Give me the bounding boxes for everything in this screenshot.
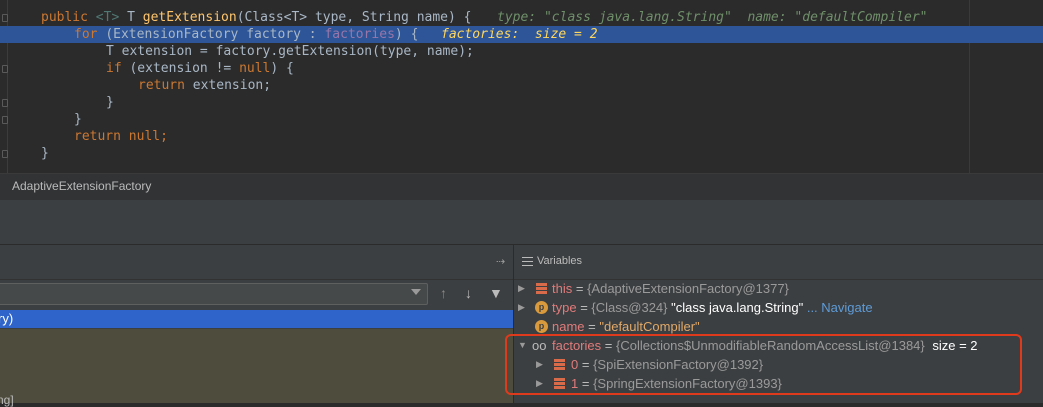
- code-line-2-current[interactable]: for (ExtensionFactory factory : factorie…: [0, 26, 1043, 43]
- navigate-link[interactable]: Navigate: [821, 300, 872, 315]
- field-icon: [536, 283, 547, 294]
- annotation-highlight-box: [505, 334, 1022, 395]
- parameter-icon: p: [535, 320, 548, 333]
- code-line-3[interactable]: T extension = factory.getExtension(type,…: [0, 43, 1043, 60]
- code-line-9[interactable]: }: [0, 145, 1043, 162]
- expand-arrow-icon[interactable]: ▶: [518, 279, 525, 298]
- frames-panel: ⇢ ↑ ↓ ▼ ry) ng]: [0, 245, 513, 407]
- thread-select[interactable]: [0, 283, 428, 305]
- frame-label[interactable]: ng]: [0, 393, 14, 407]
- editor-bottom-area: [0, 200, 1043, 244]
- code-line-6[interactable]: }: [0, 94, 1043, 111]
- variable-row-this[interactable]: ▶ this = {AdaptiveExtensionFactory@1377}: [514, 279, 1043, 298]
- code-line-8[interactable]: return null;: [0, 128, 1043, 145]
- code-line-1[interactable]: public <T> T getExtension(Class<T> type,…: [0, 9, 1043, 26]
- variables-icon: [522, 257, 533, 266]
- code-editor[interactable]: public <T> T getExtension(Class<T> type,…: [0, 0, 1043, 173]
- parameter-icon: p: [535, 301, 548, 314]
- frames-header: ⇢: [0, 245, 513, 280]
- expand-arrow-icon[interactable]: ▶: [518, 298, 525, 317]
- arrow-up-icon[interactable]: ↑: [440, 285, 447, 301]
- inline-debug-hint: type: "class java.lang.String" name: "de…: [497, 10, 928, 25]
- restore-layout-icon[interactable]: ⇢: [496, 255, 505, 268]
- filter-icon[interactable]: ▼: [489, 285, 503, 301]
- breadcrumb-item[interactable]: AdaptiveExtensionFactory: [12, 179, 151, 193]
- code-line-4[interactable]: if (extension != null) {: [0, 60, 1043, 77]
- code-line-5[interactable]: return extension;: [0, 77, 1043, 94]
- variables-title: Variables: [537, 255, 583, 267]
- breadcrumb: AdaptiveExtensionFactory: [0, 173, 1043, 201]
- variables-header: Variables: [514, 245, 1043, 280]
- chevron-down-icon: [411, 289, 421, 295]
- method-name: getExtension: [142, 10, 237, 25]
- selected-frame-row[interactable]: ry): [0, 310, 513, 328]
- variable-row-type[interactable]: ▶ p type = {Class@324} "class java.lang.…: [514, 298, 1043, 317]
- code-line-7[interactable]: }: [0, 111, 1043, 128]
- inline-debug-hint: factories: size = 2: [441, 27, 598, 42]
- frames-list[interactable]: [0, 329, 513, 403]
- arrow-down-icon[interactable]: ↓: [465, 285, 472, 301]
